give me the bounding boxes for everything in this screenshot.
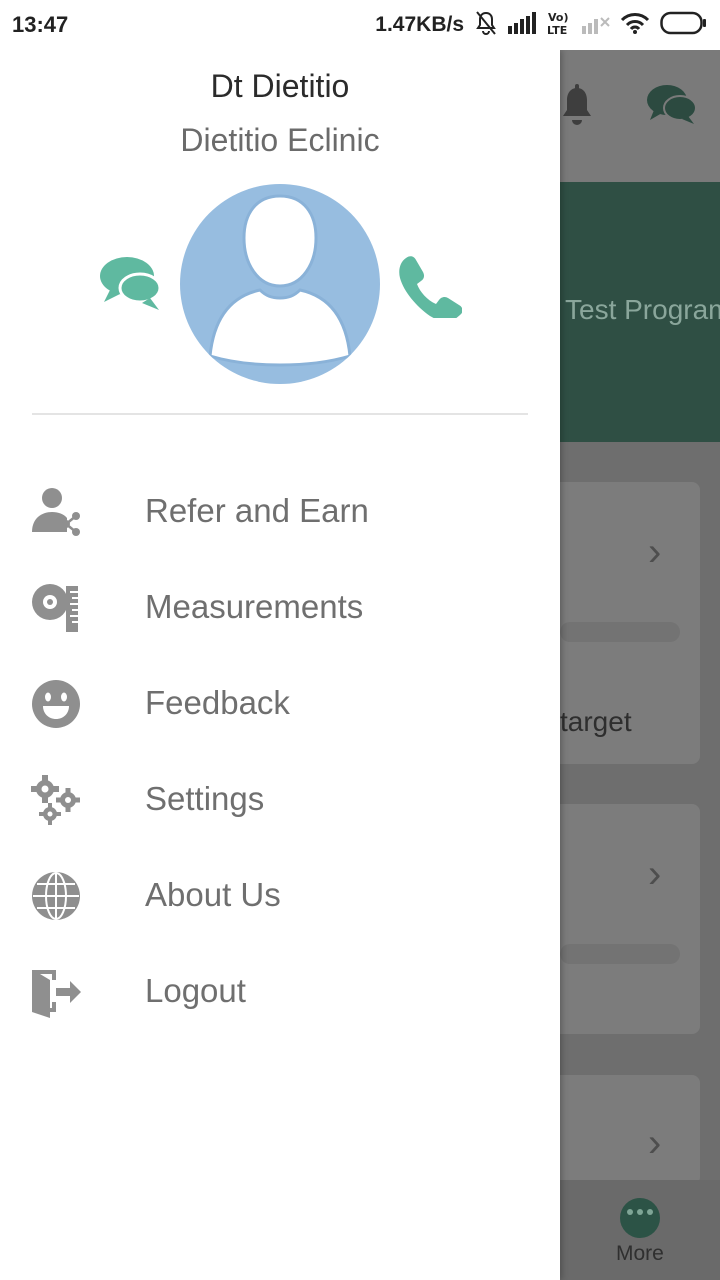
globe-icon [30, 870, 82, 922]
background-app-bar [560, 50, 720, 182]
progress-bar [560, 622, 680, 642]
wifi-icon [620, 11, 650, 40]
mute-icon [474, 10, 498, 41]
doctor-name: Dt Dietitio [210, 68, 350, 104]
signal-weak-icon [582, 12, 610, 39]
background-card-text: target [560, 706, 632, 737]
user-silhouette-icon [208, 194, 352, 367]
smiley-icon [30, 678, 82, 730]
signal-icon [508, 11, 536, 39]
background-card: › [560, 804, 700, 1034]
bottom-nav-more-label: More [616, 1242, 664, 1265]
background-card: › [560, 1075, 700, 1185]
menu-item-measurements[interactable]: Measurements [0, 560, 560, 656]
chevron-right-icon: › [648, 530, 662, 574]
menu-item-label: Logout [145, 972, 246, 1009]
background-banner-text: Test Program [565, 294, 720, 325]
refer-share-icon [30, 486, 82, 538]
more-icon [620, 1198, 660, 1238]
menu-item-settings[interactable]: Settings [0, 752, 560, 848]
battery-icon [660, 11, 708, 40]
svg-text:Vo): Vo) [548, 11, 569, 24]
chat-button[interactable] [98, 254, 162, 314]
volte-icon: Vo) LTE [546, 10, 572, 41]
clinic-name: Dietitio Eclinic [180, 122, 380, 158]
drawer-divider [32, 413, 528, 415]
chat-icon [647, 85, 697, 124]
logout-door-icon [30, 966, 82, 1018]
chat-icon [100, 257, 162, 310]
status-bar: 13:47 1.47KB/s Vo) LTE [0, 0, 720, 50]
menu-item-about-us[interactable]: About Us [0, 848, 560, 944]
notification-bell-icon [563, 84, 591, 125]
progress-bar [560, 944, 680, 964]
call-button[interactable] [396, 252, 463, 323]
chevron-right-icon: › [648, 852, 662, 896]
network-speed: 1.47KB/s [375, 13, 464, 36]
avatar [180, 184, 380, 384]
measuring-tape-icon [30, 582, 82, 634]
chevron-right-icon: › [648, 1121, 662, 1165]
status-time: 13:47 [12, 12, 69, 37]
svg-text:LTE: LTE [547, 24, 567, 36]
menu-item-label: Feedback [145, 684, 290, 721]
menu-item-refer-and-earn[interactable]: Refer and Earn [0, 464, 560, 560]
status-icons: 1.47KB/s Vo) LTE [375, 10, 708, 40]
menu-item-logout[interactable]: Logout [0, 944, 560, 1040]
menu-item-label: About Us [145, 876, 281, 913]
navigation-drawer: Dt Dietitio Dietitio Eclinic Refer and E… [0, 50, 560, 1280]
menu-item-feedback[interactable]: Feedback [0, 656, 560, 752]
menu-item-label: Refer and Earn [145, 492, 369, 529]
gears-icon [30, 774, 82, 826]
phone-icon [399, 256, 463, 323]
menu-item-label: Settings [145, 780, 265, 817]
menu-item-label: Measurements [145, 588, 364, 625]
